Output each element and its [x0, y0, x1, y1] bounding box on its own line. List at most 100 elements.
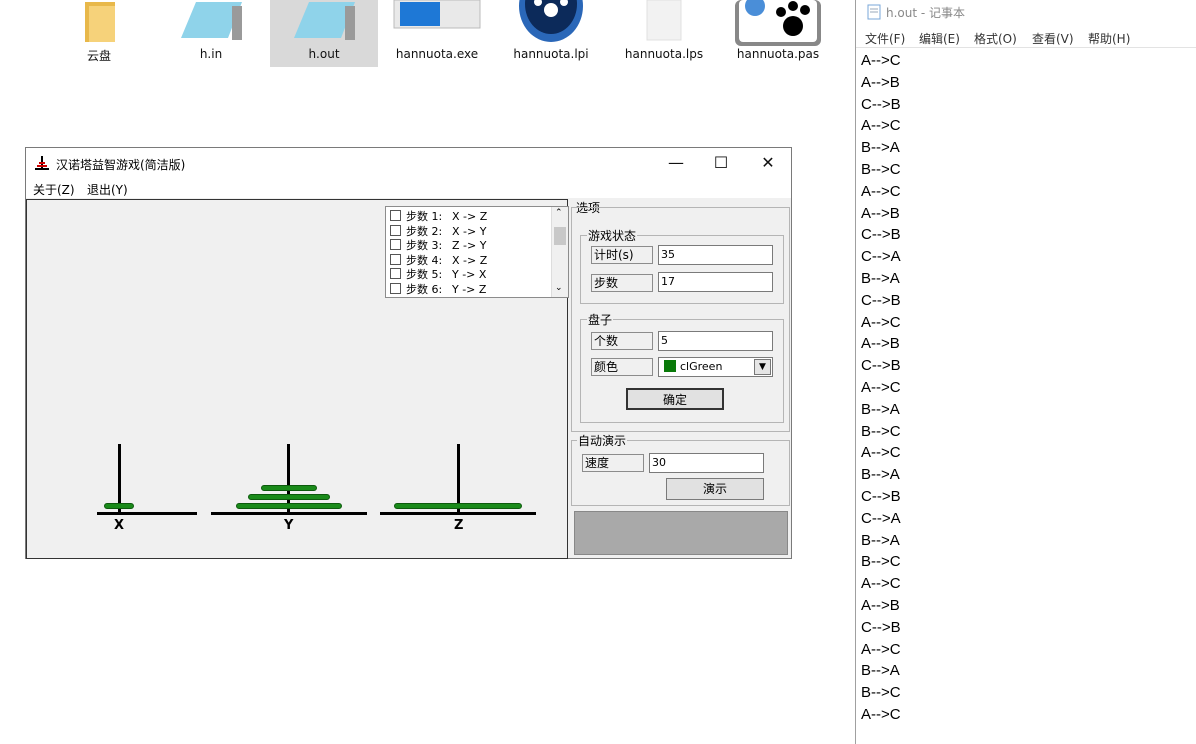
- disk-group-title: 盘子: [587, 311, 614, 328]
- text-line: B-->A: [861, 466, 900, 484]
- menu-exit[interactable]: 退出(Y): [87, 181, 128, 198]
- text-line: B-->C: [861, 422, 901, 440]
- disk-count-label: 个数: [591, 332, 653, 350]
- app-icon: [35, 156, 49, 170]
- folder-icon: [85, 2, 115, 42]
- confirm-button[interactable]: 确定: [626, 388, 724, 410]
- desktop-icon-lpi[interactable]: hannuota.lpi: [501, 0, 601, 67]
- step-move: X -> Z: [452, 210, 488, 223]
- speed-label: 速度: [582, 454, 644, 472]
- game-status-title: 游戏状态: [587, 227, 638, 244]
- menu-bar: 关于(Z) 退出(Y): [26, 178, 791, 198]
- timer-field[interactable]: 35: [658, 245, 773, 265]
- text-line: A-->C: [861, 182, 901, 200]
- desktop-icon-lps[interactable]: hannuota.lps: [614, 0, 714, 67]
- menu-edit[interactable]: 编辑(E): [919, 30, 960, 47]
- step-checkbox[interactable]: [390, 224, 401, 236]
- auto-demo-title: 自动演示: [577, 432, 628, 449]
- color-swatch: [664, 360, 676, 372]
- text-line: B-->C: [861, 160, 901, 178]
- step-row[interactable]: 步数 2: X -> Y: [390, 223, 486, 238]
- desktop-icon-label: h.out: [308, 47, 340, 61]
- text-line: B-->A: [861, 531, 900, 549]
- step-checkbox[interactable]: [390, 268, 401, 279]
- step-move: Y -> Z: [452, 282, 487, 296]
- step-checkbox[interactable]: [390, 239, 401, 250]
- notepad-window: h.out - 记事本 文件(F) 编辑(E) 格式(O) 查看(V) 帮助(H…: [855, 0, 1196, 744]
- step-row[interactable]: 步数 6: Y -> Z: [390, 281, 487, 296]
- lazarus-project-icon: [519, 0, 583, 42]
- minimize-button[interactable]: —: [653, 148, 699, 178]
- scroll-thumb[interactable]: [554, 227, 566, 245]
- maximize-button[interactable]: ☐: [698, 148, 744, 178]
- close-button[interactable]: ✕: [745, 148, 791, 178]
- desktop-icon-h-out[interactable]: h.out: [270, 0, 378, 67]
- notepad-text-area[interactable]: A-->C A-->B C-->B A-->C B-->A B-->C A-->C A-->B…: [861, 50, 1181, 726]
- chevron-down-icon[interactable]: ▼: [754, 359, 771, 375]
- steps-list[interactable]: 步数 1: X -> Z 步数 2: X -> Y 步数 3: Z -> Y 步数 4…: [385, 206, 569, 298]
- step-row[interactable]: 步数 1: X -> Z: [390, 208, 488, 223]
- status-panel: [574, 511, 788, 555]
- peg-label-y: Y: [284, 518, 294, 533]
- speed-field[interactable]: 30: [649, 453, 764, 473]
- text-line: C-->B: [861, 487, 901, 505]
- desktop-icon-label: hannuota.pas: [736, 47, 820, 61]
- step-checkbox[interactable]: [390, 253, 401, 265]
- text-line: C-->B: [861, 291, 901, 309]
- steps-field[interactable]: 17: [658, 272, 773, 292]
- steps-scrollbar[interactable]: ⌃ ⌄: [551, 207, 568, 297]
- text-line: C-->A: [861, 509, 901, 527]
- desktop-icon-label: hannuota.lpi: [513, 47, 589, 61]
- disk-count-field[interactable]: 5: [658, 331, 773, 351]
- desktop-icon-cloud[interactable]: 云盘: [49, 0, 149, 67]
- title-bar[interactable]: 汉诺塔益智游戏(简洁版) — ☐ ✕: [26, 148, 791, 178]
- disk[interactable]: [236, 503, 342, 509]
- desktop-icon-exe[interactable]: hannuota.exe: [387, 0, 487, 67]
- window-title: 汉诺塔益智游戏(简洁版): [56, 158, 186, 172]
- hanoi-board: X Y Z 步数 1: X -> Z 步数 2: X -> Y 步数 3: Z -> …: [26, 199, 569, 559]
- step-number: 步数 6:: [406, 282, 443, 296]
- menu-help[interactable]: 帮助(H): [1088, 30, 1130, 47]
- desktop-icon-label: h.in: [199, 47, 223, 61]
- menu-about[interactable]: 关于(Z): [33, 181, 75, 198]
- disk-color-value: clGreen: [680, 360, 723, 373]
- menu-file[interactable]: 文件(F): [865, 30, 905, 47]
- text-line: A-->C: [861, 117, 901, 135]
- menu-format[interactable]: 格式(O): [974, 30, 1017, 47]
- disk-color-select[interactable]: clGreen ▼: [658, 357, 773, 377]
- chevron-up-icon[interactable]: ⌃: [555, 208, 563, 218]
- disk[interactable]: [104, 503, 134, 509]
- menu-view[interactable]: 查看(V): [1032, 30, 1074, 47]
- text-line: A-->C: [861, 378, 901, 396]
- disk[interactable]: [248, 494, 330, 500]
- desktop-icon-label: hannuota.lps: [624, 47, 704, 61]
- desktop-icon-label: hannuota.exe: [395, 47, 479, 61]
- text-line: B-->A: [861, 269, 900, 287]
- chevron-down-icon[interactable]: ⌄: [555, 283, 563, 293]
- step-row[interactable]: 步数 3: Z -> Y: [390, 237, 486, 252]
- desktop-icon-label: 云盘: [86, 49, 111, 63]
- desktop-icon-pas[interactable]: hannuota.pas: [728, 0, 828, 67]
- demo-button[interactable]: 演示: [666, 478, 764, 500]
- exe-file-icon: [393, 0, 481, 29]
- peg-x-base: [97, 512, 197, 515]
- step-row[interactable]: 步数 4: X -> Z: [390, 252, 488, 267]
- disk[interactable]: [394, 503, 522, 509]
- disk[interactable]: [261, 485, 317, 491]
- desktop-icon-h-in[interactable]: h.in: [161, 0, 261, 67]
- timer-label: 计时(s): [591, 246, 653, 264]
- text-file-icon: [181, 2, 242, 40]
- text-line: A-->B: [861, 73, 900, 91]
- notepad-icon: [867, 4, 881, 20]
- text-line: C-->B: [861, 95, 901, 113]
- step-move: X -> Z: [452, 253, 488, 267]
- text-line: B-->C: [861, 684, 901, 702]
- disk-color-label: 颜色: [591, 358, 653, 376]
- step-checkbox[interactable]: [390, 282, 401, 294]
- notepad-title: h.out - 记事本: [886, 6, 966, 20]
- text-line: B-->A: [861, 662, 900, 680]
- notepad-menu-bar: 文件(F) 编辑(E) 格式(O) 查看(V) 帮助(H): [856, 27, 1196, 48]
- step-checkbox[interactable]: [390, 210, 401, 221]
- step-row[interactable]: 步数 5: Y -> X: [390, 266, 486, 281]
- text-line: A-->B: [861, 204, 900, 222]
